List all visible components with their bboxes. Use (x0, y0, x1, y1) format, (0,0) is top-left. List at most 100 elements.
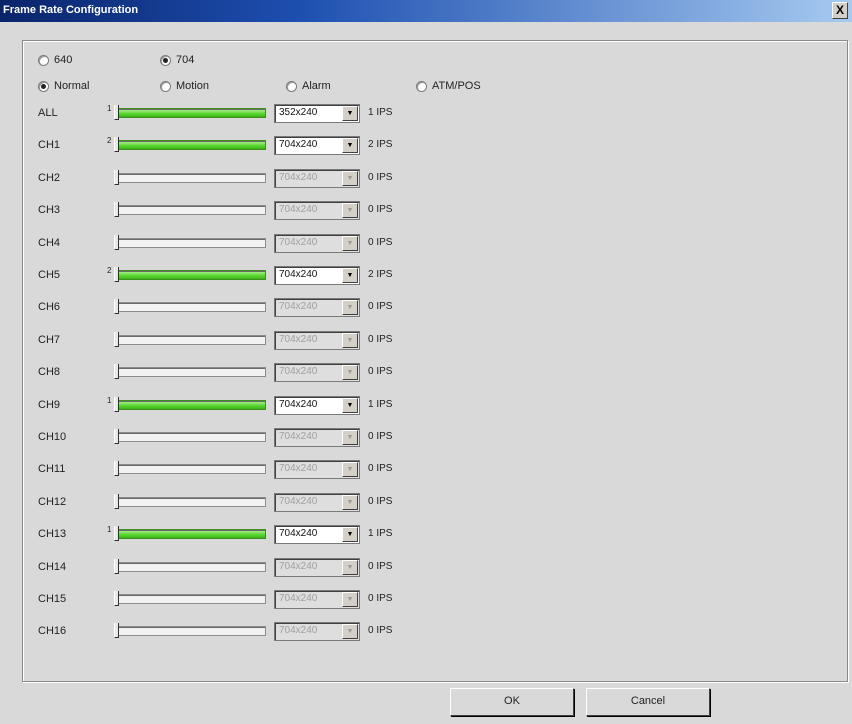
channel-label: CH3 (38, 204, 61, 217)
frame-rate-slider[interactable] (110, 364, 266, 380)
frame-rate-slider[interactable]: 2 (107, 266, 266, 282)
ips-readout: 0 IPS (368, 366, 393, 378)
resolution-value: 704x240 (279, 333, 318, 345)
resolution-value: 704x240 (279, 398, 318, 410)
slider-thumb[interactable] (114, 493, 119, 509)
channel-row: CH8 704x240 ▼ 0 IPS (38, 363, 438, 383)
slider-thumb[interactable] (114, 558, 119, 574)
slider-track (114, 237, 266, 248)
ips-readout: 0 IPS (368, 171, 393, 183)
slider-track (114, 529, 266, 540)
slider-track (114, 205, 266, 216)
slider-thumb[interactable] (114, 461, 119, 477)
ips-readout: 1 IPS (368, 528, 393, 540)
slider-thumb[interactable] (114, 299, 119, 315)
channel-row: CH9 1 704x240 ▼ 1 IPS (38, 395, 438, 416)
resolution-value: 704x240 (279, 301, 318, 313)
frame-rate-slider[interactable] (110, 202, 266, 218)
slider-value: 2 (107, 266, 112, 275)
channel-row: CH5 2 704x240 ▼ 2 IPS (38, 266, 438, 286)
slider-thumb[interactable] (114, 267, 119, 282)
channel-row: ALL 1 352x240 ▼ 1 IPS (38, 104, 438, 124)
slider-thumb[interactable] (114, 234, 119, 250)
slider-thumb[interactable] (114, 526, 119, 542)
radio-atm-pos[interactable]: ATM/POS (416, 80, 481, 92)
frame-rate-slider[interactable] (110, 558, 266, 574)
resolution-select: 704x240 ▼ (274, 298, 360, 318)
channel-label: CH13 (38, 528, 67, 541)
frame-rate-slider[interactable] (110, 169, 266, 185)
resolution-select[interactable]: 704x240 ▼ (274, 266, 360, 285)
resolution-select[interactable]: 704x240 ▼ (274, 136, 360, 156)
dropdown-arrow-icon[interactable]: ▼ (342, 138, 358, 154)
frame-rate-slider[interactable]: 1 (107, 104, 266, 120)
radio-640[interactable]: 640 (38, 54, 72, 66)
radio-704[interactable]: 704 (160, 54, 194, 66)
cancel-button[interactable]: Cancel (586, 688, 710, 716)
dropdown-arrow-icon[interactable]: ▼ (342, 527, 358, 543)
dropdown-arrow-icon: ▼ (342, 332, 358, 348)
resolution-select: 704x240 ▼ (274, 557, 360, 577)
slider-track (114, 270, 266, 280)
resolution-select: 704x240 ▼ (274, 622, 360, 642)
ok-button[interactable]: OK (450, 688, 574, 716)
frame-rate-slider[interactable] (110, 429, 266, 444)
slider-thumb[interactable] (114, 591, 119, 606)
frame-rate-slider[interactable]: 1 (107, 396, 266, 412)
slider-thumb[interactable] (114, 137, 119, 153)
frame-rate-slider[interactable] (110, 623, 266, 639)
frame-rate-slider[interactable] (110, 493, 266, 509)
slider-thumb[interactable] (114, 202, 119, 218)
radio-motion[interactable]: Motion (160, 80, 209, 92)
slider-thumb[interactable] (114, 105, 119, 120)
slider-track (114, 399, 266, 410)
resolution-select: 704x240 ▼ (274, 428, 360, 447)
channel-row: CH15 704x240 ▼ 0 IPS (38, 590, 438, 610)
channel-label: CH10 (38, 431, 67, 443)
slider-thumb[interactable] (114, 429, 119, 444)
slider-thumb[interactable] (114, 364, 119, 380)
channel-row: CH14 704x240 ▼ 0 IPS (38, 557, 438, 578)
frame-rate-slider[interactable] (110, 461, 266, 477)
resolution-select[interactable]: 704x240 ▼ (274, 395, 360, 415)
channel-row: CH4 704x240 ▼ 0 IPS (38, 233, 438, 254)
frame-rate-slider[interactable] (110, 299, 266, 315)
radio-label: 704 (176, 54, 195, 66)
resolution-select: 704x240 ▼ (274, 590, 360, 609)
radio-button-icon (160, 54, 171, 66)
close-button[interactable]: X (832, 2, 848, 19)
frame-rate-slider[interactable] (110, 591, 266, 606)
ips-readout: 0 IPS (368, 301, 393, 313)
frame-rate-slider[interactable] (110, 234, 266, 250)
dropdown-arrow-icon[interactable]: ▼ (342, 106, 358, 121)
channel-label: CH4 (38, 236, 61, 249)
frame-rate-slider[interactable] (110, 331, 266, 347)
slider-thumb[interactable] (114, 331, 119, 347)
slider-track (114, 496, 266, 507)
resolution-select: 704x240 ▼ (274, 168, 360, 188)
slider-thumb[interactable] (114, 396, 119, 412)
slider-thumb[interactable] (114, 169, 119, 185)
resolution-value: 704x240 (279, 236, 318, 248)
channel-row: CH1 2 704x240 ▼ 2 IPS (38, 136, 438, 156)
dropdown-arrow-icon: ▼ (342, 559, 358, 575)
ips-readout: 0 IPS (368, 495, 393, 507)
dropdown-arrow-icon[interactable]: ▼ (342, 268, 358, 283)
dropdown-arrow-icon[interactable]: ▼ (342, 397, 358, 413)
slider-thumb[interactable] (114, 623, 119, 639)
slider-track (114, 140, 266, 151)
resolution-select[interactable]: 704x240 ▼ (274, 525, 360, 545)
radio-button-icon (416, 80, 427, 92)
frame-rate-slider[interactable]: 2 (107, 136, 266, 153)
ips-readout: 0 IPS (368, 204, 393, 216)
resolution-value: 704x240 (279, 625, 318, 637)
slider-track (114, 172, 266, 183)
radio-normal[interactable]: Normal (38, 80, 89, 92)
resolution-value: 704x240 (279, 593, 318, 604)
ips-readout: 0 IPS (368, 625, 393, 637)
frame-rate-slider[interactable]: 1 (107, 525, 266, 542)
channel-label: CH12 (38, 495, 67, 508)
radio-alarm[interactable]: Alarm (286, 80, 331, 92)
slider-track (114, 302, 266, 313)
resolution-select[interactable]: 352x240 ▼ (274, 104, 360, 123)
